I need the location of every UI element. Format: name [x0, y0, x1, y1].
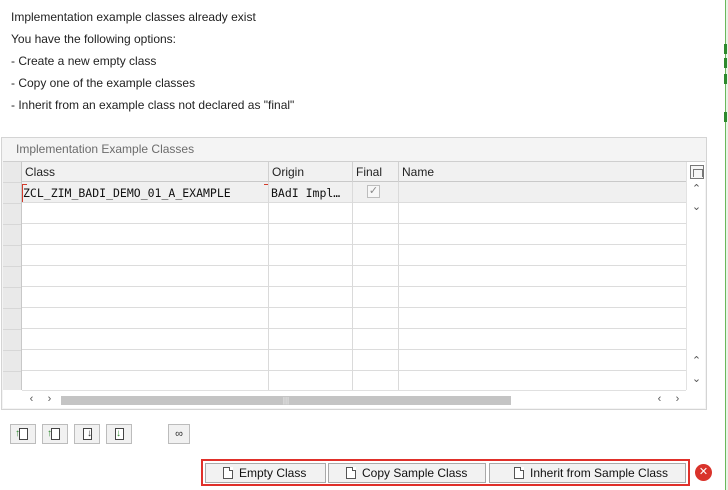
scroll-down-icon[interactable]: ⌄ — [687, 200, 706, 213]
scroll-left-icon[interactable]: ‹ — [22, 393, 41, 405]
table-row[interactable] — [22, 224, 686, 245]
move-down-button[interactable]: ↓ — [74, 424, 100, 444]
layout-settings-icon[interactable] — [690, 165, 704, 179]
row-selector[interactable] — [3, 330, 21, 351]
vertical-scrollbar[interactable]: ⌃ ⌄ ⌃ ⌄ — [686, 162, 705, 390]
scroll-up-icon[interactable]: ⌃ — [687, 182, 706, 195]
scroll-thumb[interactable]: ||| — [61, 396, 511, 405]
glasses-icon[interactable]: ∞ — [168, 424, 190, 444]
arrow-up-icon: ↑ — [15, 428, 20, 439]
arrow-down-icon: ↓ — [116, 428, 121, 439]
table-row[interactable] — [22, 245, 686, 266]
row-selector-column — [3, 162, 22, 390]
table-row[interactable] — [22, 203, 686, 224]
page-icon — [346, 467, 356, 479]
page-icon — [514, 467, 524, 479]
move-up-button[interactable]: ↑ — [10, 424, 36, 444]
horizontal-scrollbar[interactable]: ‹ › ||| ‹ › — [22, 390, 686, 408]
column-header-final[interactable]: Final — [353, 162, 399, 182]
row-selector[interactable] — [3, 351, 21, 372]
row-selector[interactable] — [3, 225, 21, 246]
example-classes-group: Implementation Example Classes Class Ori… — [1, 137, 707, 410]
column-header-origin[interactable]: Origin — [269, 162, 353, 182]
page-icon — [19, 428, 28, 440]
scroll-right-icon[interactable]: › — [40, 393, 59, 405]
message-area: Implementation example classes already e… — [11, 7, 294, 117]
arrow-down-icon: ↓ — [87, 428, 92, 439]
message-line: You have the following options: — [11, 32, 177, 46]
scroll-right-icon[interactable]: › — [668, 393, 687, 405]
message-line: Implementation example classes already e… — [11, 10, 256, 24]
column-divider — [268, 182, 269, 390]
table-row[interactable] — [22, 350, 686, 371]
scroll-up-icon[interactable]: ⌃ — [687, 354, 706, 367]
empty-class-label: Empty Class — [239, 466, 307, 480]
message-line: - Copy one of the example classes — [11, 76, 196, 90]
column-header-selector[interactable] — [3, 162, 21, 183]
row-selector[interactable] — [3, 288, 21, 309]
table-row[interactable] — [22, 308, 686, 329]
group-title: Implementation Example Classes — [16, 142, 195, 156]
action-buttons-highlight: Empty Class Copy Sample Class Inherit fr… — [201, 459, 690, 486]
table-row[interactable] — [22, 371, 686, 392]
column-header-class[interactable]: Class — [22, 162, 269, 182]
copy-sample-class-button[interactable]: Copy Sample Class — [328, 463, 486, 483]
table-row[interactable] — [22, 287, 686, 308]
final-checkbox: ✓ — [367, 185, 380, 198]
table-row[interactable]: ZCL_ZIM_BADI_DEMO_01_A_EXAMPLE BAdI Impl… — [22, 182, 686, 203]
row-selector[interactable] — [3, 267, 21, 288]
inherit-sample-class-button[interactable]: Inherit from Sample Class — [489, 463, 686, 483]
column-divider — [352, 182, 353, 390]
cell-class[interactable]: ZCL_ZIM_BADI_DEMO_01_A_EXAMPLE — [22, 184, 269, 202]
table-row[interactable] — [22, 329, 686, 350]
row-selector[interactable] — [3, 246, 21, 267]
empty-class-button[interactable]: Empty Class — [205, 463, 326, 483]
cancel-icon[interactable]: ✕ — [695, 464, 712, 481]
column-divider — [398, 182, 399, 390]
arrow-up-icon: ↑ — [47, 428, 52, 439]
cell-origin[interactable]: BAdI Impl… — [270, 184, 352, 202]
message-line: - Create a new empty class — [11, 54, 157, 68]
inherit-sample-label: Inherit from Sample Class — [530, 466, 669, 480]
row-selector[interactable] — [3, 204, 21, 225]
copy-sample-label: Copy Sample Class — [362, 466, 468, 480]
table-header: Class Origin Final Name — [22, 162, 686, 182]
column-header-name[interactable]: Name — [399, 162, 686, 182]
page-icon — [51, 428, 60, 440]
insert-row-button[interactable]: ↑ — [42, 424, 68, 444]
scroll-left-icon[interactable]: ‹ — [650, 393, 669, 405]
page-icon — [223, 467, 233, 479]
message-line: - Inherit from an example class not decl… — [11, 98, 295, 112]
table-body: ZCL_ZIM_BADI_DEMO_01_A_EXAMPLE BAdI Impl… — [22, 182, 686, 390]
download-button[interactable]: ↓ — [106, 424, 132, 444]
scroll-down-icon[interactable]: ⌄ — [687, 372, 706, 385]
row-selector[interactable] — [3, 183, 21, 204]
example-classes-table: Class Origin Final Name ZCL_ZIM_BADI_DEM… — [3, 161, 705, 408]
row-selector[interactable] — [3, 309, 21, 330]
side-marks — [718, 0, 728, 490]
table-row[interactable] — [22, 266, 686, 287]
